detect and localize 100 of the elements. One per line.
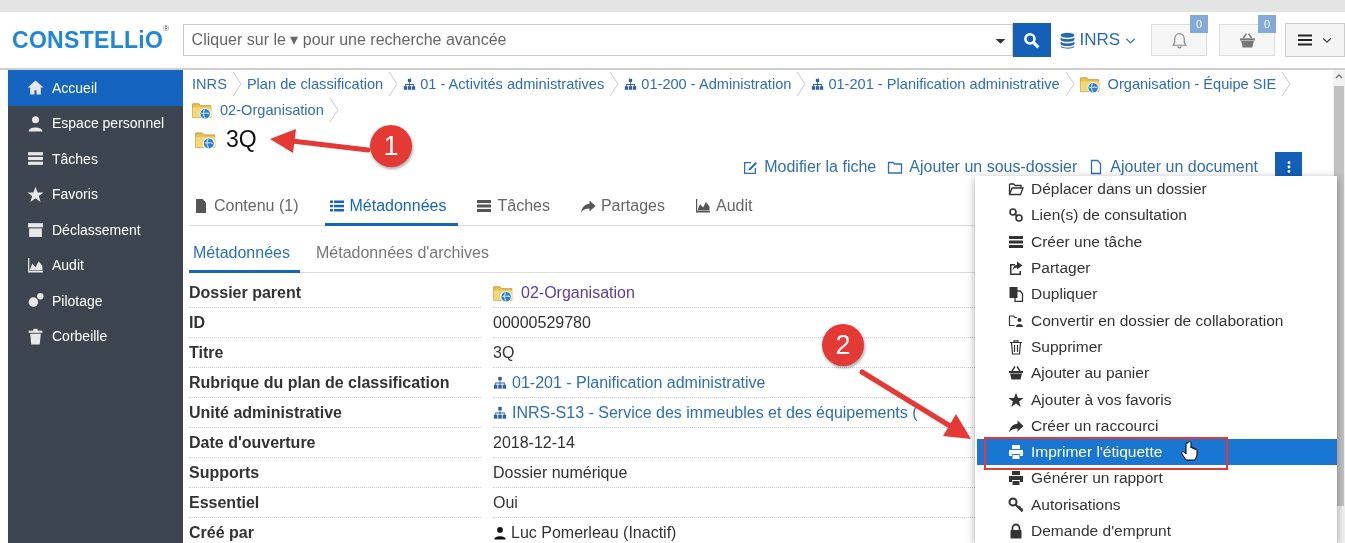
separator-icon bbox=[609, 71, 620, 97]
menu-item[interactable]: Demande d'emprunt bbox=[977, 517, 1337, 543]
archive-icon bbox=[27, 221, 44, 239]
field-label: Supports bbox=[189, 458, 481, 488]
notification-count: 0 bbox=[1190, 15, 1209, 33]
menu-item[interactable]: Autorisations bbox=[977, 491, 1337, 518]
separator-icon bbox=[1064, 71, 1075, 97]
menu-item[interactable]: Lien(s) de consultation bbox=[977, 202, 1337, 229]
search-field[interactable]: Cliquer sur le ▾ pour une recherche avancée bbox=[182, 24, 1013, 56]
search-button[interactable] bbox=[1012, 23, 1051, 57]
sitemap-icon bbox=[493, 405, 507, 420]
field-label: Rubrique du plan de classification bbox=[189, 368, 481, 398]
breadcrumb-link[interactable]: 01 - Activités administratives bbox=[400, 71, 608, 97]
field-label: Essentiel bbox=[189, 488, 481, 518]
action-link[interactable]: Ajouter un document bbox=[1088, 158, 1258, 176]
sidebar-item[interactable]: Pilotage bbox=[8, 283, 183, 319]
classification-link[interactable]: INRS-S13 - Service des immeubles et des équipements ( bbox=[493, 403, 918, 422]
printer-icon bbox=[1008, 470, 1024, 487]
field-label: Créé par bbox=[189, 518, 481, 543]
sitemap-icon bbox=[811, 77, 825, 91]
menu-item[interactable]: Créer un raccourci bbox=[977, 412, 1337, 439]
classification-link[interactable]: 01-201 - Planification administrative bbox=[493, 373, 766, 392]
field-value: Oui bbox=[493, 493, 518, 512]
sidebar-item[interactable]: Déclassement bbox=[8, 212, 183, 248]
breadcrumb-link[interactable]: Plan de classification bbox=[243, 71, 387, 97]
sidebar-item[interactable]: Espace personnel bbox=[8, 105, 183, 141]
bell-icon bbox=[1170, 31, 1188, 49]
menu-item[interactable]: Partager bbox=[977, 254, 1337, 282]
breadcrumb-link[interactable]: INRS bbox=[189, 71, 230, 97]
breadcrumb-link[interactable]: 01-200 - Administration bbox=[621, 71, 795, 97]
tab[interactable]: Métadonnées d'archives bbox=[311, 226, 499, 273]
tab[interactable]: Tâches bbox=[472, 185, 562, 226]
menu-item[interactable]: Ajouter au panier bbox=[977, 360, 1337, 387]
menu-item[interactable]: Dupliquer bbox=[977, 281, 1337, 308]
printer-icon bbox=[1008, 444, 1024, 461]
chart-icon bbox=[27, 256, 44, 274]
star-icon bbox=[27, 185, 44, 203]
tasks-icon bbox=[476, 198, 493, 214]
menu-item[interactable]: Convertir en dossier de collaboration bbox=[977, 307, 1337, 334]
share-icon bbox=[1008, 260, 1024, 277]
folder-icon bbox=[1008, 181, 1024, 198]
list-icon bbox=[328, 198, 345, 214]
folder-link[interactable]: 02-Organisation bbox=[493, 282, 635, 303]
step-number: 1 bbox=[370, 125, 412, 167]
field-label: ID bbox=[189, 308, 481, 338]
tab[interactable]: Partages bbox=[575, 185, 677, 226]
copy-icon bbox=[1008, 286, 1024, 303]
user-icon bbox=[27, 114, 44, 132]
action-link[interactable]: Modifier la fiche bbox=[742, 158, 877, 176]
tasks-icon bbox=[27, 150, 44, 168]
separator-icon bbox=[388, 71, 399, 97]
user-value: Luc Pomerleau (Inactif) bbox=[493, 523, 677, 542]
basket-icon bbox=[1008, 365, 1024, 382]
folder-user-icon bbox=[1008, 312, 1024, 329]
tasks-icon bbox=[1008, 233, 1024, 250]
sidebar-item[interactable]: Favoris bbox=[8, 176, 183, 212]
breadcrumb-link[interactable]: 01-201 - Planification administrative bbox=[808, 71, 1063, 97]
star-icon bbox=[1008, 391, 1024, 408]
sidebar-item[interactable]: Audit bbox=[8, 247, 183, 283]
field-label: Date d'ouverture bbox=[189, 428, 481, 458]
sidebar-item[interactable]: Accueil bbox=[8, 70, 183, 106]
trash-icon bbox=[1008, 338, 1024, 355]
field-label: Dossier parent bbox=[189, 278, 481, 308]
breadcrumb-link[interactable]: 02-Organisation bbox=[189, 97, 327, 123]
cart-count: 0 bbox=[1258, 15, 1277, 33]
file-icon bbox=[193, 198, 209, 214]
logo: CONSTELLiO$^{®}$ bbox=[12, 26, 171, 54]
tab[interactable]: Métadonnées bbox=[189, 226, 300, 273]
breadcrumb-link[interactable]: Organisation - Équipe SIE bbox=[1076, 71, 1280, 97]
search-icon bbox=[1023, 31, 1041, 49]
tab[interactable]: Contenu (1) bbox=[189, 185, 311, 226]
basket-icon bbox=[1238, 31, 1256, 49]
separator-icon bbox=[1281, 71, 1292, 97]
field-value: Dossier numérique bbox=[493, 463, 628, 482]
folder-title: 3Q bbox=[226, 125, 257, 153]
menu-item[interactable]: Créer une tâche bbox=[977, 228, 1337, 255]
tab[interactable]: Métadonnées bbox=[324, 185, 459, 226]
field-value: 2018-12-14 bbox=[493, 433, 575, 452]
menu-item[interactable]: Générer un rapport bbox=[977, 465, 1337, 492]
tab[interactable]: Audit bbox=[691, 185, 765, 226]
sidebar-item[interactable]: Corbeille bbox=[8, 318, 183, 354]
folder-globe-icon bbox=[1079, 74, 1100, 94]
database-icon bbox=[1058, 31, 1076, 49]
menu-item[interactable]: Imprimer l'étiquette bbox=[977, 438, 1337, 466]
menu-item[interactable]: Ajouter à vos favoris bbox=[977, 386, 1337, 413]
home-icon bbox=[27, 79, 44, 97]
sidebar-item[interactable]: Tâches bbox=[8, 141, 183, 177]
menu-item[interactable]: Déplacer dans un dossier bbox=[977, 176, 1337, 203]
edit-icon bbox=[742, 159, 759, 175]
trash-icon bbox=[27, 327, 44, 345]
separator-icon bbox=[328, 97, 339, 123]
separator-icon bbox=[796, 71, 807, 97]
menu-button[interactable] bbox=[1285, 23, 1345, 57]
collection-dropdown[interactable]: INRS bbox=[1058, 30, 1138, 50]
field-value: 00000529780 bbox=[493, 313, 591, 332]
action-link[interactable]: Ajouter un sous-dossier bbox=[887, 158, 1078, 176]
menu-item[interactable]: Supprimer bbox=[977, 333, 1337, 361]
field-label: Unité administrative bbox=[189, 398, 481, 428]
sitemap-icon bbox=[624, 77, 638, 91]
sitemap-icon bbox=[403, 77, 417, 91]
